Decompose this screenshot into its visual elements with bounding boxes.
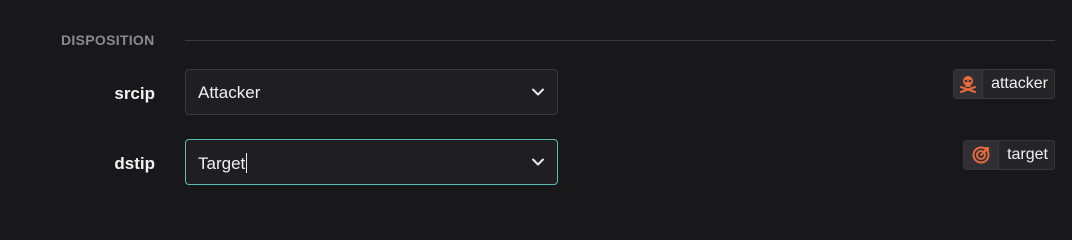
skull-crossbones-icon <box>954 70 984 98</box>
target-badge: target <box>963 140 1055 170</box>
dstip-select-value-text: Target <box>198 154 246 173</box>
chevron-down-icon <box>532 88 544 96</box>
srcip-select-value: Attacker <box>198 83 261 102</box>
srcip-label: srcip <box>114 84 155 103</box>
section-title: DISPOSITION <box>61 32 155 48</box>
text-cursor <box>246 153 248 173</box>
target-badge-text: target <box>1007 146 1048 163</box>
disposition-section-header: DISPOSITION <box>61 30 1055 50</box>
attacker-badge-text: attacker <box>991 75 1048 92</box>
dstip-select-value: Target <box>198 153 248 174</box>
section-divider <box>185 40 1055 41</box>
chevron-down-icon <box>532 158 544 166</box>
dstip-select[interactable]: Target <box>185 139 558 185</box>
dstip-label: dstip <box>114 154 155 173</box>
target-icon <box>964 141 1000 169</box>
attacker-badge: attacker <box>953 69 1055 99</box>
srcip-select[interactable]: Attacker <box>185 69 558 115</box>
